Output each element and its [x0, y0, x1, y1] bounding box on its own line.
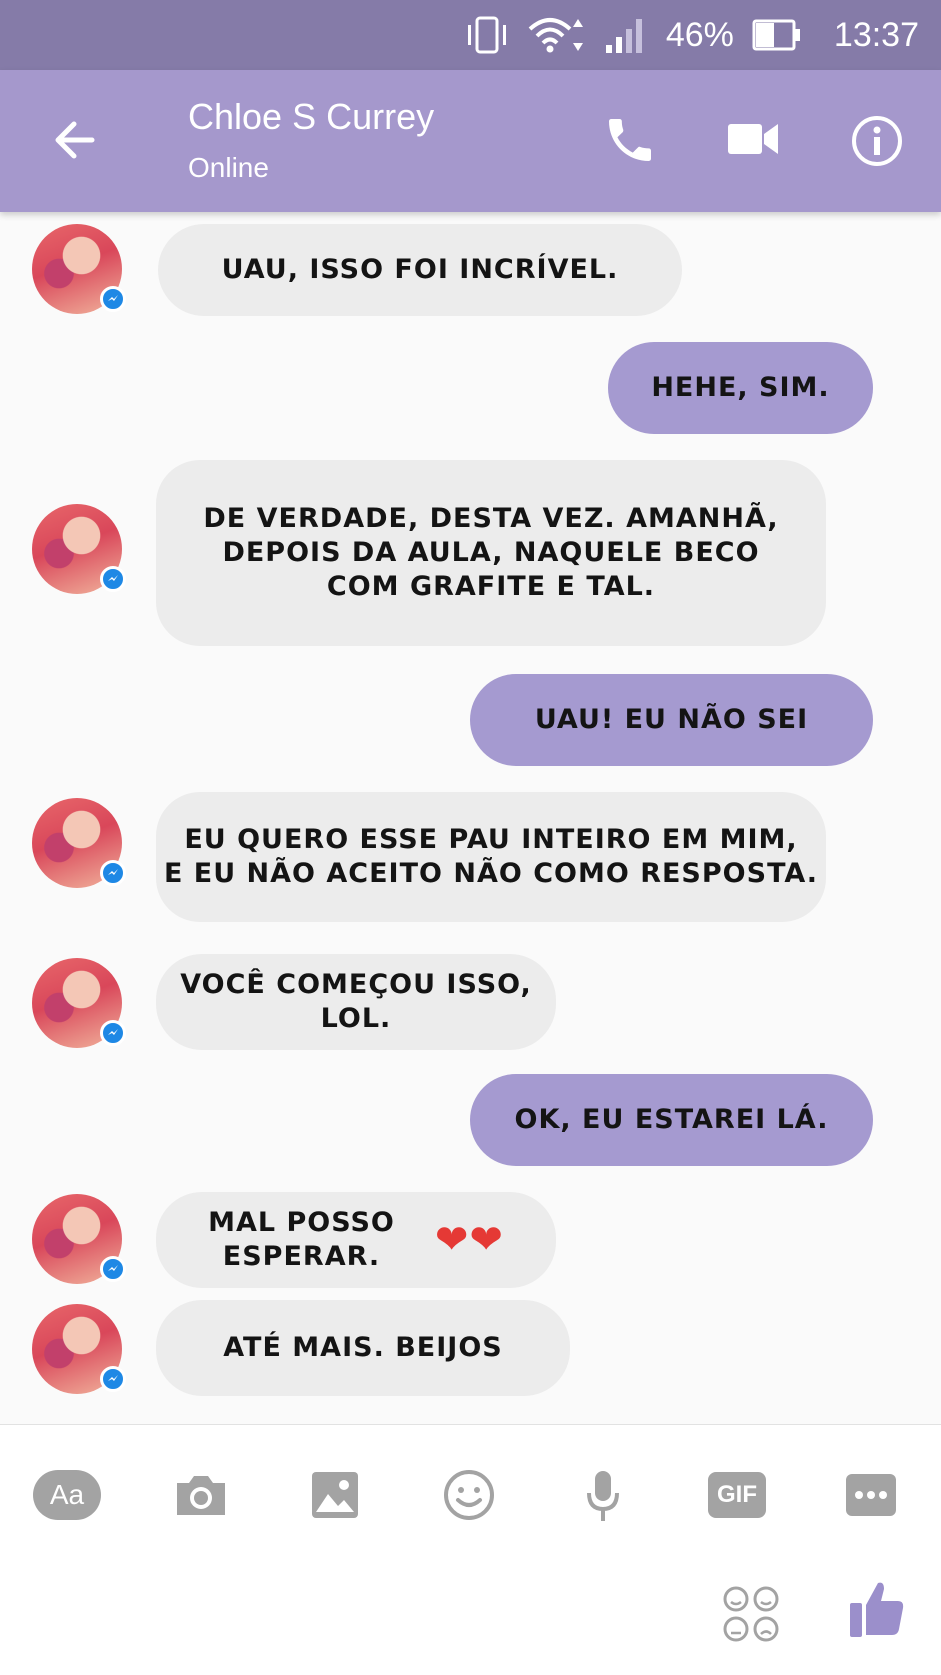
- thumbs-up-icon[interactable]: [848, 1577, 906, 1641]
- incoming-message-bubble[interactable]: EU QUERO ESSE PAU INTEIRO EM MIM, E EU N…: [156, 792, 826, 922]
- avatar[interactable]: [32, 798, 126, 888]
- avatar[interactable]: [32, 958, 126, 1048]
- avatar[interactable]: [32, 224, 126, 314]
- gif-button[interactable]: GIF: [702, 1465, 772, 1525]
- incoming-message-bubble[interactable]: ATÉ MAIS. BEIJOS: [156, 1300, 570, 1396]
- stickers-icon[interactable]: [720, 1583, 782, 1645]
- status-bar: 46% 13:37: [0, 0, 941, 70]
- voice-button[interactable]: [568, 1465, 638, 1525]
- battery-percent: 46%: [665, 15, 734, 54]
- message-list[interactable]: UAU, ISSO FOI INCRÍVEL. HEHE, SIM. DE VE…: [0, 212, 941, 1424]
- video-camera-icon[interactable]: [726, 116, 780, 162]
- vibrate-icon: [467, 16, 506, 54]
- emoji-button[interactable]: [434, 1465, 504, 1525]
- avatar[interactable]: [32, 1194, 126, 1284]
- outgoing-message-bubble[interactable]: OK, EU ESTAREI LÁ.: [470, 1074, 873, 1166]
- message-text: MAL POSSO ESPERAR.: [208, 1207, 395, 1272]
- text-input-button[interactable]: Aa: [32, 1465, 102, 1525]
- messenger-badge-icon: [100, 1020, 126, 1046]
- incoming-message-bubble[interactable]: MAL POSSO ESPERAR. ❤❤: [156, 1192, 556, 1288]
- clock: 13:37: [833, 15, 919, 54]
- camera-icon: [177, 1476, 225, 1515]
- messenger-badge-icon: [100, 286, 126, 312]
- more-options-button[interactable]: [836, 1465, 906, 1525]
- outgoing-message-bubble[interactable]: UAU! EU NÃO SEI: [470, 674, 873, 766]
- gallery-button[interactable]: [300, 1465, 370, 1525]
- wifi-icon: [528, 18, 583, 53]
- avatar[interactable]: [32, 504, 126, 594]
- phone-icon[interactable]: [602, 112, 658, 168]
- conversation-header: Chloe S Currey Online: [0, 70, 941, 212]
- back-arrow-icon[interactable]: [46, 112, 102, 168]
- image-icon: [312, 1472, 358, 1518]
- text-button-label: Aa: [33, 1470, 101, 1520]
- incoming-message-bubble[interactable]: VOCÊ COMEÇOU ISSO, LOL.: [156, 954, 556, 1050]
- incoming-message-bubble[interactable]: UAU, ISSO FOI INCRÍVEL.: [158, 224, 682, 316]
- messenger-badge-icon: [100, 860, 126, 886]
- microphone-icon: [587, 1471, 619, 1521]
- more-icon: [846, 1474, 896, 1516]
- outgoing-message-bubble[interactable]: HEHE, SIM.: [608, 342, 873, 434]
- heart-emoji: ❤❤: [434, 1217, 504, 1263]
- info-icon[interactable]: [850, 114, 904, 168]
- messenger-badge-icon: [100, 1366, 126, 1392]
- contact-status: Online: [188, 152, 269, 183]
- messenger-badge-icon: [100, 566, 126, 592]
- messenger-badge-icon: [100, 1256, 126, 1282]
- avatar[interactable]: [32, 1304, 126, 1394]
- incoming-message-bubble[interactable]: DE VERDADE, DESTA VEZ. AMANHÃ, DEPOIS DA…: [156, 460, 826, 646]
- contact-name[interactable]: Chloe S Currey: [188, 96, 434, 138]
- signal-icon: [605, 19, 642, 53]
- emoji-icon: [444, 1470, 494, 1520]
- camera-button[interactable]: [166, 1465, 236, 1525]
- composer-toolbar: Aa GIF: [0, 1424, 941, 1675]
- gif-label: GIF: [708, 1472, 766, 1518]
- battery-icon: [752, 19, 800, 51]
